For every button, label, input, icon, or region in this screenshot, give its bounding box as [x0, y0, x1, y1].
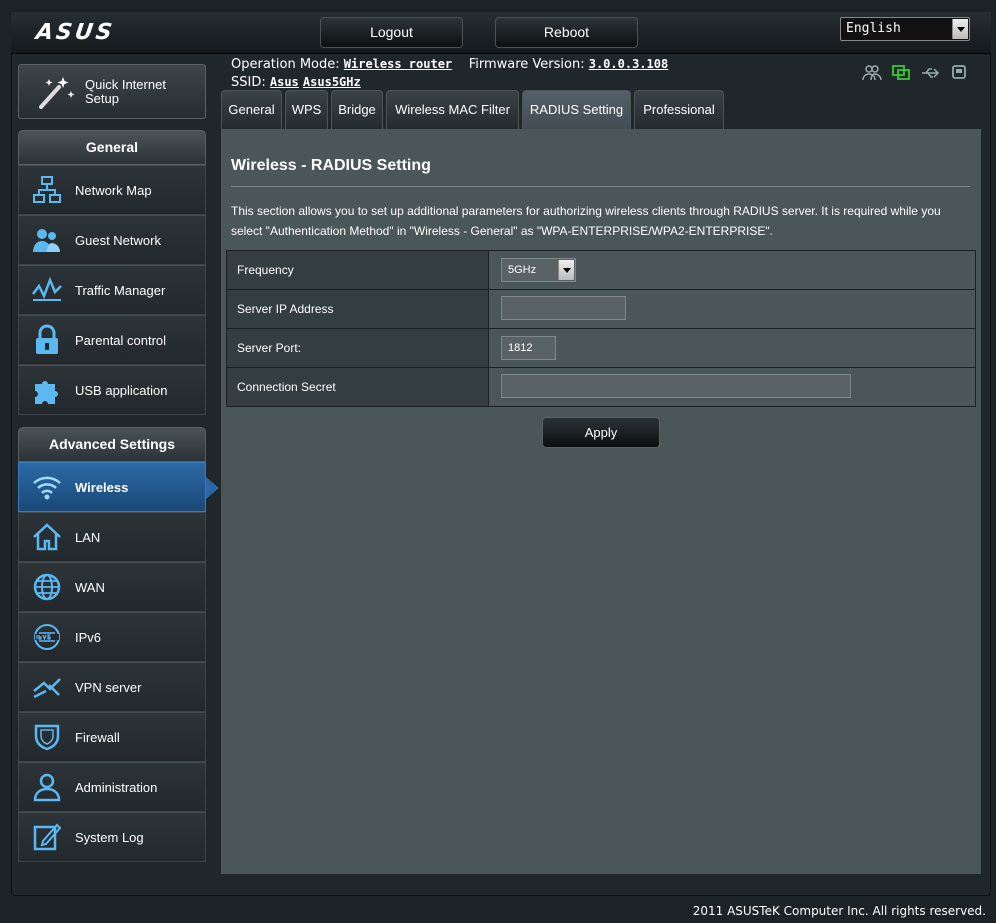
tab-wireless-mac-filter[interactable]: Wireless MAC Filter [386, 90, 519, 129]
tab-wps[interactable]: WPS [285, 90, 328, 129]
apply-button[interactable]: Apply [542, 417, 660, 448]
status-icons [862, 64, 969, 82]
server-port-label: Server Port: [226, 328, 489, 368]
sidebar-item-ipv6[interactable]: IPv6 [18, 612, 206, 662]
advanced-section-title: Advanced Settings [18, 427, 206, 462]
language-select[interactable]: English [840, 17, 970, 41]
reboot-button[interactable]: Reboot [495, 17, 638, 48]
magic-wand-icon [39, 77, 75, 109]
ssid-label: SSID: [231, 75, 266, 90]
table-row: Frequency 5GHz [226, 250, 976, 290]
table-row: Connection Secret [226, 367, 976, 407]
traffic-manager-icon [32, 276, 62, 301]
sidebar-item-label: Administration [75, 779, 158, 795]
table-row: Server Port: 1812 [226, 328, 976, 368]
page-title: Wireless - RADIUS Setting [231, 157, 431, 174]
guest-network-icon [33, 229, 60, 252]
table-row: Server IP Address [226, 289, 976, 329]
server-ip-label: Server IP Address [226, 289, 489, 329]
usb-icon[interactable] [920, 64, 940, 82]
tab-general[interactable]: General [221, 90, 282, 129]
sidebar-item-guest-network[interactable]: Guest Network [18, 215, 206, 265]
page-description: This section allows you to set up additi… [231, 204, 941, 238]
sidebar-item-label: WAN [75, 579, 105, 595]
sidebar-item-network-map[interactable]: Network Map [18, 165, 206, 215]
frequency-label: Frequency [226, 250, 489, 290]
op-mode-label: Operation Mode: [231, 57, 340, 72]
general-section-title: General [18, 130, 206, 165]
frequency-value: 5GHz [508, 264, 537, 276]
sidebar-item-label: Network Map [75, 182, 152, 198]
connection-secret-input[interactable] [501, 373, 851, 398]
chevron-down-icon[interactable] [558, 260, 574, 280]
vpn-icon [33, 678, 61, 699]
sidebar-item-parental-control[interactable]: Parental control [18, 315, 206, 365]
language-value: English [846, 21, 901, 36]
asus-logo: ASUS [34, 20, 117, 45]
sidebar-item-traffic-manager[interactable]: Traffic Manager [18, 265, 206, 315]
title-divider [231, 186, 970, 187]
op-mode-link[interactable]: Wireless router [344, 57, 452, 71]
sidebar-item-wireless[interactable]: Wireless [18, 462, 219, 512]
user-icon [33, 773, 61, 802]
tab-professional[interactable]: Professional [634, 90, 724, 129]
server-ip-input[interactable] [501, 295, 626, 320]
tab-bridge[interactable]: Bridge [331, 90, 383, 129]
sidebar-item-label: Traffic Manager [75, 282, 166, 298]
logout-button[interactable]: Logout [320, 17, 463, 48]
frequency-select[interactable]: 5GHz [501, 258, 576, 282]
quick-internet-setup-button[interactable]: Quick Internet Setup [18, 64, 206, 119]
sidebar-item-label: LAN [75, 529, 101, 545]
tab-radius-setting[interactable]: RADIUS Setting [522, 90, 631, 129]
radius-form-table: Frequency 5GHz Server IP Address Server … [226, 250, 976, 407]
sidebar-item-administration[interactable]: Administration [18, 762, 206, 812]
sidebar-item-label: IPv6 [75, 629, 102, 645]
copyright-footer: 2011 ASUSTeK Computer Inc. All rights re… [692, 904, 986, 918]
firmware-link[interactable]: 3.0.0.3.108 [589, 57, 668, 71]
log-icon [33, 823, 62, 851]
main-panel: Wireless - RADIUS Setting This section a… [221, 129, 981, 874]
sidebar-item-label: System Log [75, 829, 144, 845]
sidebar-item-system-log[interactable]: System Log [18, 812, 206, 862]
ssid-link-24[interactable]: Asus [270, 75, 299, 89]
chevron-down-icon[interactable] [952, 19, 968, 39]
clients-icon[interactable] [862, 64, 882, 82]
sidebar-item-label: VPN server [75, 679, 142, 695]
lock-icon [36, 324, 58, 354]
firmware-label: Firmware Version: [468, 57, 585, 72]
ssid-link-5[interactable]: Asus5GHz [303, 75, 361, 89]
printer-icon[interactable] [949, 64, 969, 82]
sidebar-item-label: Guest Network [75, 232, 161, 248]
ipv6-icon [34, 624, 60, 650]
sidebar-item-usb-application[interactable]: USB application [18, 365, 206, 415]
sidebar-item-firewall[interactable]: Firewall [18, 712, 206, 762]
shield-icon [34, 724, 60, 751]
network-map-icon [33, 176, 61, 203]
connection-secret-label: Connection Secret [226, 367, 489, 407]
sidebar-item-wan[interactable]: WAN [18, 562, 206, 612]
sidebar-item-label: Parental control [75, 332, 167, 348]
status-info: Operation Mode: Wireless router Firmware… [231, 55, 668, 91]
globe-icon [33, 573, 61, 601]
sidebar-item-label: Wireless [75, 479, 129, 495]
home-icon [33, 523, 61, 551]
sidebar-item-label: Firewall [75, 729, 120, 745]
puzzle-icon [35, 381, 58, 404]
sidebar-item-vpn-server[interactable]: VPN server [18, 662, 206, 712]
server-port-input[interactable]: 1812 [501, 336, 556, 360]
sidebar-item-lan[interactable]: LAN [18, 512, 206, 562]
connection-icon[interactable] [891, 64, 911, 82]
sidebar-item-label: USB application [75, 382, 168, 398]
quick-setup-label: Quick Internet Setup [85, 77, 166, 106]
wifi-icon [33, 476, 61, 500]
